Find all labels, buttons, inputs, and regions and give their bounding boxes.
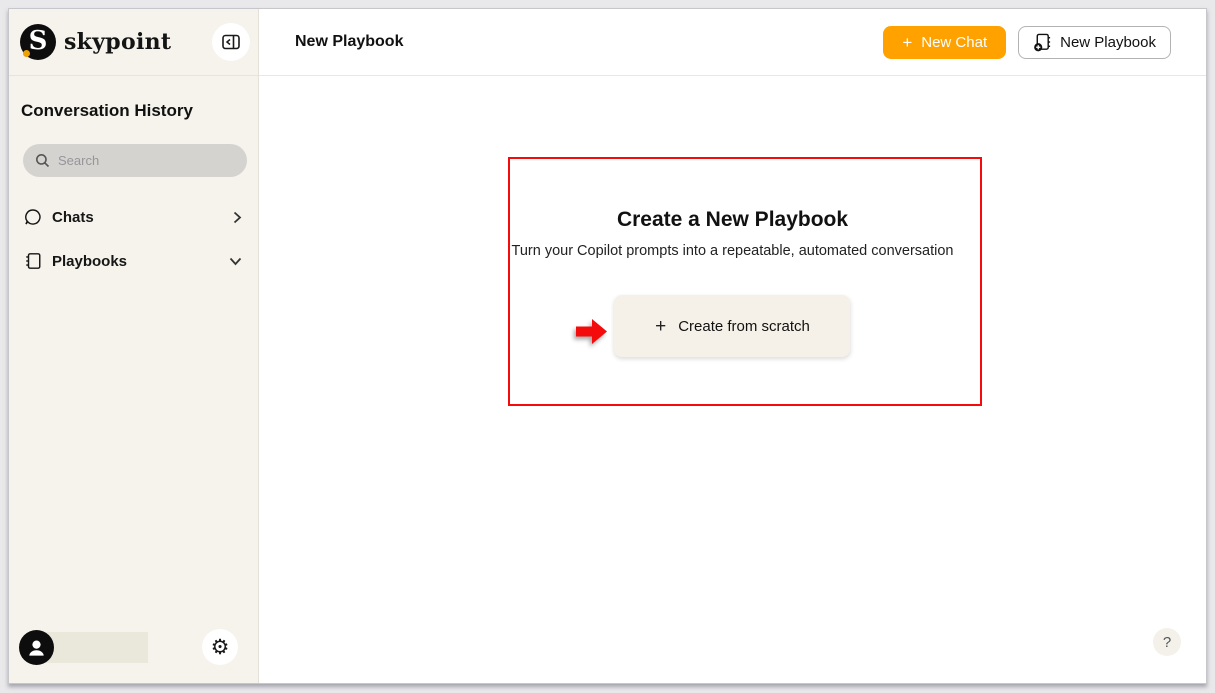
brand-name: skypoint: [64, 29, 171, 55]
main-panel: New Playbook + New Chat: [259, 9, 1206, 683]
new-chat-button[interactable]: + New Chat: [883, 26, 1006, 59]
chevron-right-icon: [233, 211, 242, 224]
sidebar-header: S skypoint: [9, 9, 258, 76]
chat-bubble-icon: [23, 208, 43, 226]
skypoint-logo-icon: S: [20, 24, 56, 60]
user-name-placeholder: [39, 632, 148, 663]
empty-state-subtitle: Turn your Copilot prompts into a repeata…: [512, 243, 954, 259]
new-playbook-button[interactable]: New Playbook: [1018, 26, 1171, 59]
search-placeholder: Search: [58, 153, 99, 168]
sidebar-spacer: [9, 283, 258, 611]
plus-icon: +: [655, 317, 666, 336]
logo-dot: [23, 50, 30, 57]
collapse-sidebar-icon: [222, 34, 240, 50]
header-actions: + New Chat New Playbook: [883, 26, 1171, 59]
brand: S skypoint: [20, 24, 171, 60]
help-button[interactable]: ?: [1153, 628, 1181, 656]
create-from-scratch-button[interactable]: + Create from scratch: [615, 295, 851, 357]
sidebar-item-chats[interactable]: Chats: [9, 195, 258, 239]
page-title: New Playbook: [295, 33, 403, 51]
sidebar-nav: Chats Playbooks: [9, 195, 258, 283]
sidebar-heading: Conversation History: [9, 76, 258, 121]
user-icon: [25, 636, 48, 659]
main-header: New Playbook + New Chat: [259, 9, 1206, 76]
playbook-icon: [23, 252, 43, 270]
help-icon: ?: [1163, 634, 1171, 651]
create-from-scratch-label: Create from scratch: [678, 318, 810, 335]
search-icon: [35, 153, 50, 168]
search-input[interactable]: Search: [23, 144, 247, 177]
logo-letter: S: [29, 28, 48, 54]
new-playbook-icon: [1033, 33, 1052, 52]
plus-icon: +: [902, 34, 912, 51]
app-window: S skypoint Conversation History Search: [8, 8, 1207, 684]
empty-state: Create a New Playbook Turn your Copilot …: [512, 208, 954, 357]
settings-button[interactable]: ⚙: [202, 629, 238, 665]
sidebar-footer: ⚙: [9, 611, 258, 683]
new-chat-label: New Chat: [921, 34, 987, 51]
sidebar-item-label: Chats: [52, 209, 94, 226]
new-playbook-label: New Playbook: [1060, 34, 1156, 51]
gear-icon: ⚙: [211, 637, 230, 658]
collapse-sidebar-button[interactable]: [212, 23, 250, 61]
chevron-down-icon: [229, 257, 242, 266]
sidebar-item-label: Playbooks: [52, 253, 127, 270]
sidebar: S skypoint Conversation History Search: [9, 9, 259, 683]
avatar[interactable]: [19, 630, 54, 665]
sidebar-item-playbooks[interactable]: Playbooks: [9, 239, 258, 283]
empty-state-title: Create a New Playbook: [512, 208, 954, 232]
main-body: Create a New Playbook Turn your Copilot …: [259, 76, 1206, 683]
